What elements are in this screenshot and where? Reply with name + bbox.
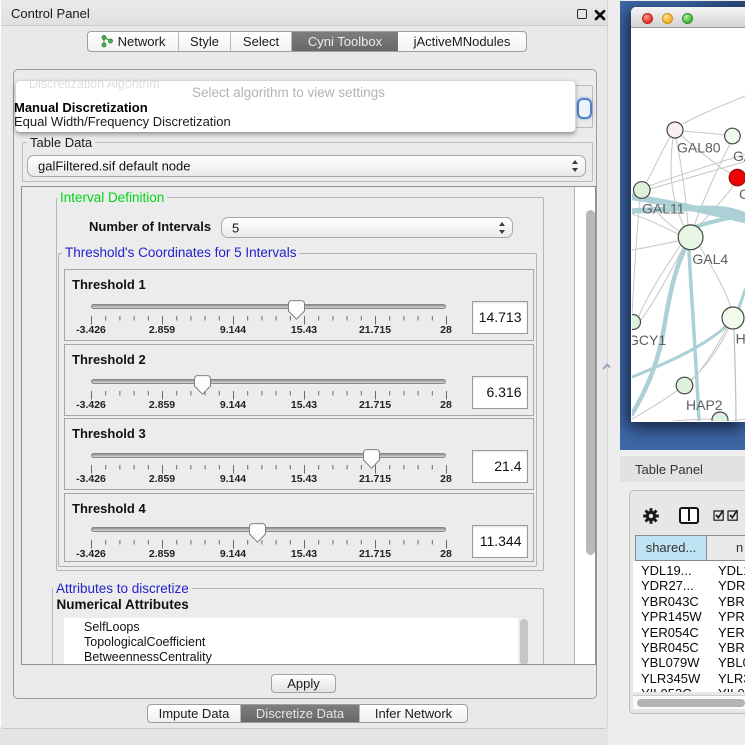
svg-text:GAL11: GAL11 bbox=[642, 201, 685, 217]
svg-text:C: C bbox=[739, 186, 745, 202]
svg-text:HAP2: HAP2 bbox=[686, 397, 723, 413]
svg-text:GCY1: GCY1 bbox=[632, 332, 666, 348]
svg-text:GA: GA bbox=[733, 148, 745, 164]
svg-text:H: H bbox=[736, 331, 745, 347]
svg-text:GAL80: GAL80 bbox=[677, 140, 721, 156]
svg-text:GAL4: GAL4 bbox=[692, 251, 728, 267]
